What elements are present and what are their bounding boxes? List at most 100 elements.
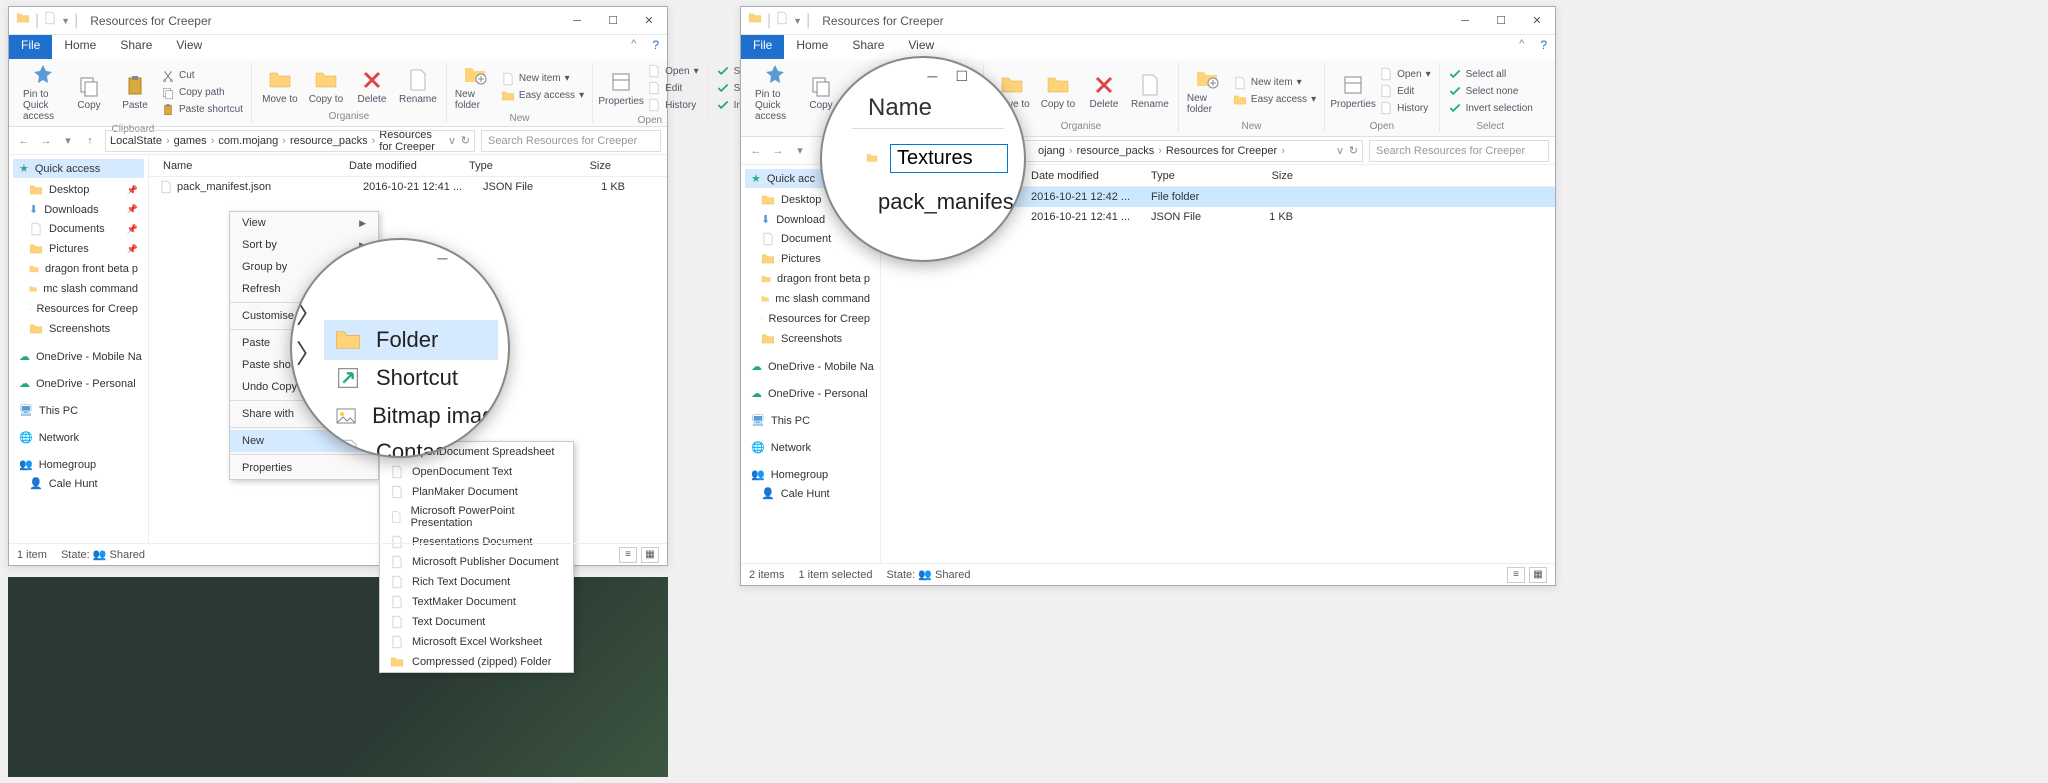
- sidebar-homegroup[interactable]: 👥Homegroup: [745, 465, 876, 484]
- history-button[interactable]: History: [1379, 100, 1431, 116]
- tab-share[interactable]: Share: [108, 35, 164, 59]
- copy-button[interactable]: Copy: [69, 74, 109, 111]
- back-button[interactable]: ←: [15, 132, 33, 150]
- pin-button[interactable]: Pin to Quick access: [755, 63, 795, 122]
- crumb[interactable]: Resources for Creeper: [1166, 145, 1277, 157]
- crumb[interactable]: com.mojang: [218, 135, 278, 147]
- recent-button[interactable]: ▾: [791, 142, 809, 160]
- sidebar-quick-access[interactable]: ★ Quick access: [13, 159, 144, 178]
- tab-file[interactable]: File: [741, 35, 784, 59]
- maximize-button[interactable]: ☐: [1483, 8, 1519, 34]
- sub-odtext[interactable]: OpenDocument Text: [380, 462, 573, 482]
- tab-home[interactable]: Home: [52, 35, 108, 59]
- sidebar-network[interactable]: 🌐Network: [13, 428, 144, 447]
- select-none-button[interactable]: Select none: [1448, 83, 1533, 99]
- history-button[interactable]: History: [647, 97, 699, 113]
- list-item[interactable]: pack_manifest.json 2016-10-21 12:41 ... …: [149, 177, 667, 197]
- crumb[interactable]: Resources for Creeper: [379, 130, 447, 152]
- copy-path-button[interactable]: Copy path: [161, 85, 243, 101]
- sidebar-item-resources[interactable]: Resources for Creep: [23, 299, 144, 319]
- invert-selection-button[interactable]: Invert selection: [1448, 100, 1533, 116]
- minimize-button[interactable]: ─: [559, 8, 595, 34]
- ribbon-collapse-icon[interactable]: ^: [1511, 35, 1532, 59]
- down-icon[interactable]: ▼: [793, 16, 802, 26]
- sidebar-user[interactable]: 👤Cale Hunt: [755, 484, 876, 503]
- pin-button[interactable]: Pin to Quick access: [23, 63, 63, 122]
- sub-textdoc[interactable]: Text Document: [380, 612, 573, 632]
- crumb[interactable]: games: [174, 135, 207, 147]
- new-item-button[interactable]: New item ▾: [501, 71, 584, 87]
- tab-file[interactable]: File: [9, 35, 52, 59]
- tab-view[interactable]: View: [164, 35, 214, 59]
- submenu-bitmap[interactable]: Bitmap image: [324, 396, 498, 436]
- rename-button[interactable]: Rename: [1130, 73, 1170, 110]
- sidebar-homegroup[interactable]: 👥Homegroup: [13, 455, 144, 474]
- sub-textmaker[interactable]: TextMaker Document: [380, 592, 573, 612]
- col-name[interactable]: Name: [149, 160, 349, 172]
- submenu-folder[interactable]: Folder: [324, 320, 498, 360]
- sidebar-item-desktop[interactable]: Desktop📌: [23, 180, 144, 200]
- sidebar-network[interactable]: 🌐Network: [745, 438, 876, 457]
- file-manifest[interactable]: pack_manifes: [862, 182, 1012, 222]
- sub-zip[interactable]: Compressed (zipped) Folder: [380, 652, 573, 672]
- easy-access-button[interactable]: Easy access ▾: [1233, 92, 1316, 108]
- sidebar-item-mc[interactable]: mc slash command: [755, 289, 876, 309]
- rename-input[interactable]: [890, 144, 1008, 173]
- edit-button[interactable]: Edit: [1379, 83, 1431, 99]
- sidebar-item-pictures[interactable]: Pictures📌: [23, 239, 144, 259]
- view-details-button[interactable]: ≡: [1507, 567, 1525, 583]
- back-button[interactable]: ←: [747, 142, 765, 160]
- new-folder-button[interactable]: New folder: [1187, 67, 1227, 115]
- close-button[interactable]: ✕: [1519, 8, 1555, 34]
- cut-button[interactable]: Cut: [161, 68, 243, 84]
- sidebar-item-screenshots[interactable]: Screenshots: [755, 329, 876, 349]
- sidebar-item-mc[interactable]: mc slash command: [23, 279, 144, 299]
- help-icon[interactable]: ?: [644, 35, 667, 59]
- col-date[interactable]: Date modified: [1031, 170, 1151, 182]
- sidebar-onedrive-personal[interactable]: ☁OneDrive - Personal: [745, 384, 876, 403]
- move-to-button[interactable]: Move to: [260, 68, 300, 105]
- new-folder-button[interactable]: New folder: [455, 63, 495, 111]
- view-icons-button[interactable]: ▦: [1529, 567, 1547, 583]
- sidebar-onedrive-personal[interactable]: ☁OneDrive - Personal: [13, 374, 144, 393]
- col-type[interactable]: Type: [469, 160, 559, 172]
- copy-to-button[interactable]: Copy to: [1038, 73, 1078, 110]
- maximize-button[interactable]: ☐: [595, 8, 631, 34]
- col-type[interactable]: Type: [1151, 170, 1241, 182]
- ribbon-collapse-icon[interactable]: ^: [623, 35, 644, 59]
- open-button[interactable]: Open ▾: [647, 63, 699, 79]
- sidebar-item-downloads[interactable]: ⬇Downloads📌: [23, 200, 144, 219]
- submenu-shortcut[interactable]: Shortcut: [324, 358, 498, 398]
- sidebar-this-pc[interactable]: 🖥This PC: [13, 401, 144, 420]
- ctx-view[interactable]: View▶: [230, 212, 378, 234]
- recent-button[interactable]: ▾: [59, 132, 77, 150]
- sidebar-onedrive-mobile[interactable]: ☁OneDrive - Mobile Na: [13, 347, 144, 366]
- folder-textures[interactable]: [862, 138, 1012, 178]
- submenu-contact[interactable]: Contact: [324, 432, 498, 458]
- ctx-properties[interactable]: Properties: [230, 457, 378, 479]
- breadcrumbs[interactable]: LocalState› games› com.mojang› resource_…: [105, 130, 475, 152]
- search-input[interactable]: Search Resources for Creeper: [481, 130, 661, 152]
- sub-excel[interactable]: Microsoft Excel Worksheet: [380, 632, 573, 652]
- sidebar-item-documents[interactable]: Documents📌: [23, 219, 144, 239]
- sidebar-user[interactable]: 👤Cale Hunt: [23, 474, 144, 493]
- paste-shortcut-button[interactable]: Paste shortcut: [161, 102, 243, 118]
- sidebar-item-pictures[interactable]: Pictures: [755, 249, 876, 269]
- select-all-button[interactable]: Select all: [1448, 66, 1533, 82]
- sidebar-item-dragon[interactable]: dragon front beta p: [23, 259, 144, 279]
- tab-share[interactable]: Share: [840, 35, 896, 59]
- help-icon[interactable]: ?: [1532, 35, 1555, 59]
- crumb[interactable]: LocalState: [110, 135, 162, 147]
- rename-button[interactable]: Rename: [398, 68, 438, 105]
- properties-button[interactable]: Properties: [601, 70, 641, 107]
- up-button[interactable]: ↑: [81, 132, 99, 150]
- crumb[interactable]: resource_packs: [1077, 145, 1155, 157]
- sidebar-item-resources[interactable]: Resources for Creep: [755, 309, 876, 329]
- sidebar-item-dragon[interactable]: dragon front beta p: [755, 269, 876, 289]
- col-date[interactable]: Date modified: [349, 160, 469, 172]
- copy-to-button[interactable]: Copy to: [306, 68, 346, 105]
- delete-button[interactable]: Delete: [1084, 73, 1124, 110]
- search-input[interactable]: Search Resources for Creeper: [1369, 140, 1549, 162]
- col-size[interactable]: Size: [559, 160, 619, 172]
- edit-button[interactable]: Edit: [647, 80, 699, 96]
